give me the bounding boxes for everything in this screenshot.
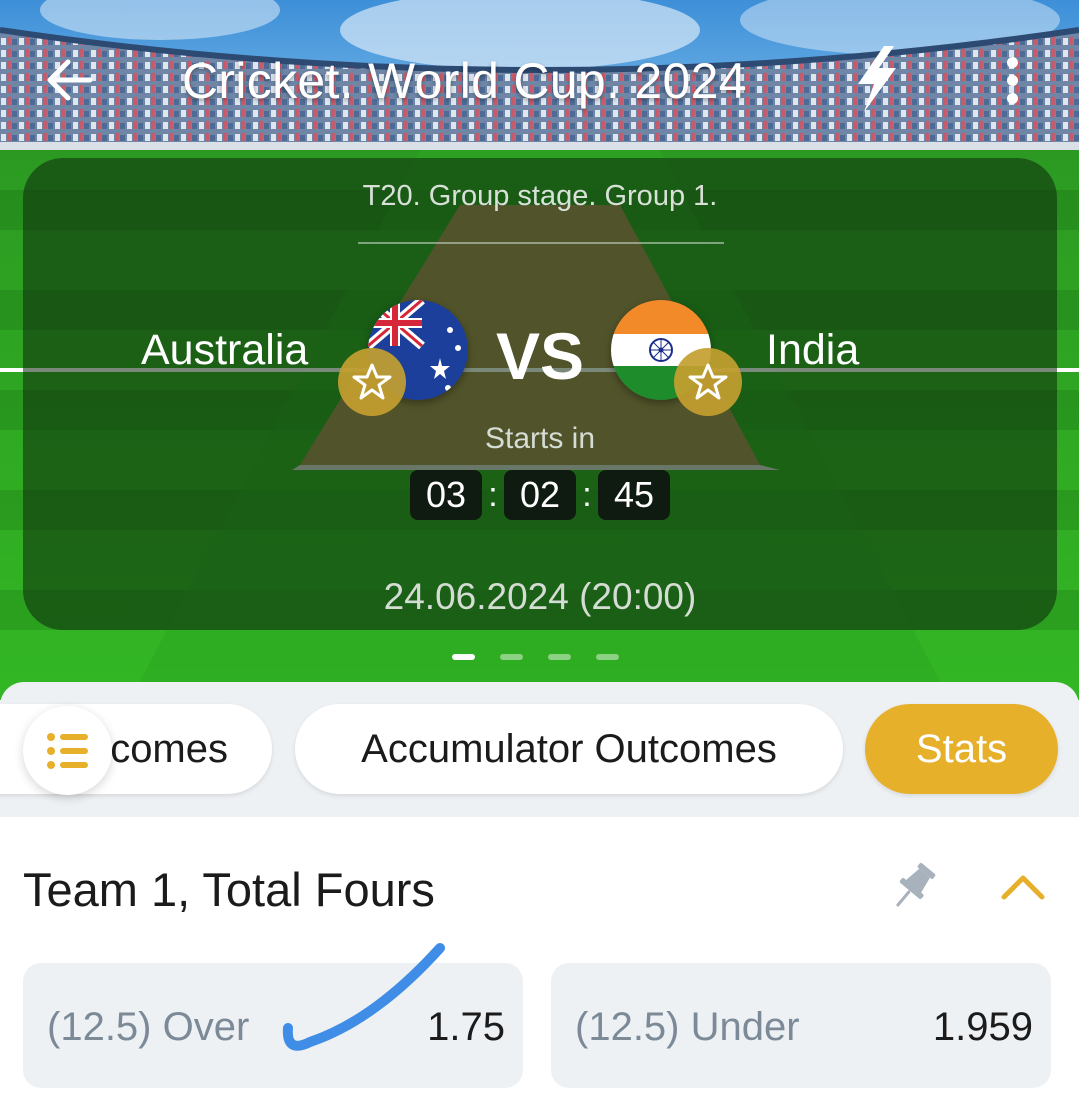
star-icon [688,363,728,400]
team2-name: India [766,326,860,374]
pin-icon [896,863,936,907]
favorite-team1-button[interactable] [338,348,406,416]
list-icon [46,732,88,769]
more-vertical-icon [1006,56,1018,68]
market-title: Team 1, Total Fours [23,863,435,916]
countdown-hours: 03 [410,470,482,520]
carousel-dot-active[interactable] [452,654,475,660]
odd-over-value: 1.75 [427,1005,505,1049]
market-section: Team 1, Total Fours (12.5) Over 1.75 (12… [0,817,1079,1120]
countdown-separator: : [582,475,592,514]
countdown-timer: 03 : 02 : 45 [410,470,670,520]
stage-divider [358,242,724,244]
odd-under-button[interactable]: (12.5) Under 1.959 [551,963,1051,1088]
odd-over-button[interactable]: (12.5) Over 1.75 [23,963,523,1088]
top-app-bar: Cricket. World Cup. 2024 [0,0,1079,160]
starts-in-label: Starts in [484,422,596,455]
market-tabs: comes Accumulator Outcomes Stats [0,682,1079,817]
match-header: Cricket. World Cup. 2024 T20. Group stag… [0,0,1079,700]
odd-under-label: (12.5) Under [575,1005,800,1049]
countdown-separator: : [488,475,498,514]
live-lightning-button[interactable] [846,44,906,114]
chevron-up-icon [1001,875,1045,900]
carousel-dot[interactable] [596,654,619,660]
lightning-icon [858,46,896,112]
market-list-button[interactable] [23,706,112,795]
carousel-dot[interactable] [548,654,571,660]
countdown-seconds: 45 [598,470,670,520]
odd-under-value: 1.959 [932,1005,1033,1049]
back-button[interactable] [40,50,100,110]
collapse-market-button[interactable] [996,861,1050,911]
pin-market-button[interactable] [883,857,943,917]
page-title: Cricket. World Cup. 2024 [182,53,747,109]
versus-label: VS [496,319,585,393]
carousel-dot[interactable] [500,654,523,660]
star-icon [352,363,392,400]
back-arrow-icon [47,59,93,101]
tab-accumulator-outcomes[interactable]: Accumulator Outcomes [295,704,843,794]
favorite-team2-button[interactable] [674,348,742,416]
tournament-stage: T20. Group stage. Group 1. [362,180,718,212]
countdown-minutes: 02 [504,470,576,520]
odd-over-label: (12.5) Over [47,1005,250,1049]
team1-name: Australia [141,326,309,374]
match-card[interactable]: T20. Group stage. Group 1. Australia VS … [23,158,1057,630]
carousel-indicator [452,654,619,660]
tab-stats[interactable]: Stats [865,704,1058,794]
more-options-button[interactable] [990,50,1034,110]
match-datetime: 24.06.2024 (20:00) [383,576,697,617]
